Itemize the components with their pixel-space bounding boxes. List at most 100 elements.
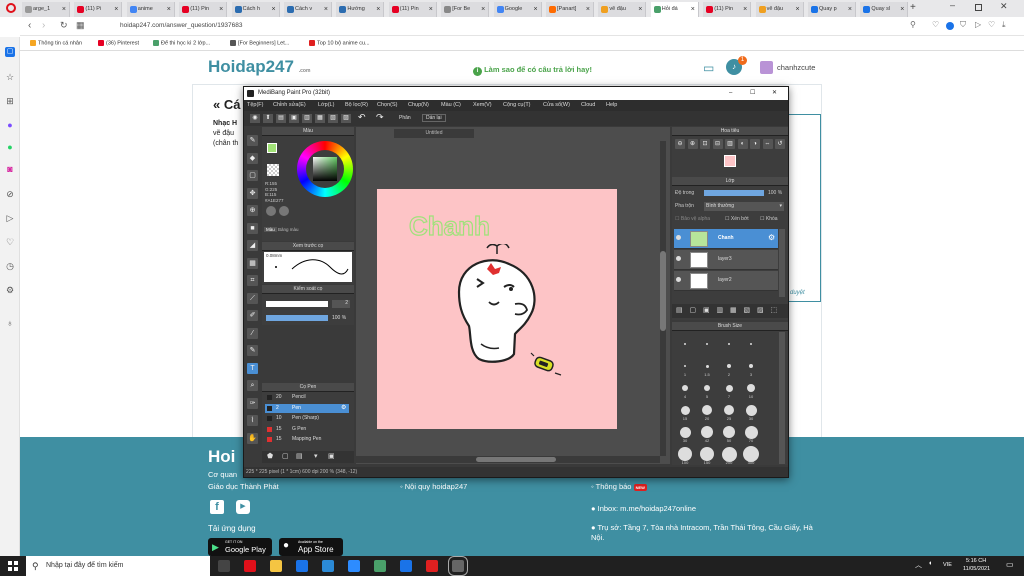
brush-list-item[interactable]: 20 Pencil [265, 393, 349, 402]
opera-logo-icon[interactable] [6, 3, 16, 13]
speed-dial-icon[interactable]: ☆ [5, 72, 15, 82]
eyedropper-icon[interactable]: ✑ [247, 397, 258, 409]
search-icon[interactable]: ⚲ [910, 20, 916, 29]
tab-close-icon[interactable]: × [534, 2, 538, 17]
layer-item[interactable]: Chanh ⚙ [674, 229, 778, 249]
toolbar-icon[interactable]: ▦ [315, 114, 325, 123]
brush-size-dot[interactable] [684, 343, 686, 345]
brush-size-dot[interactable] [723, 426, 735, 438]
player-icon[interactable]: ▷ [5, 213, 15, 223]
toolbar-icon[interactable]: ▧ [328, 114, 338, 123]
app-menu-item[interactable]: Cloud [581, 100, 595, 111]
browser-tab[interactable]: vẽ đậu × [755, 2, 804, 17]
brush-settings-gear-icon[interactable]: ⚙ [341, 404, 346, 413]
instagram-icon[interactable]: ◙ [5, 164, 15, 174]
site-logo[interactable]: Hoidap247 .com [208, 57, 310, 77]
tray-lang[interactable]: VIE [943, 562, 952, 568]
navigator-tool-icon[interactable]: ▥ [725, 139, 735, 149]
reload-icon[interactable]: ↻ [60, 20, 68, 31]
redo-icon[interactable]: ↷ [376, 112, 384, 123]
tab-close-icon[interactable]: × [272, 2, 276, 17]
browser-tab[interactable]: (11) Pi × [74, 2, 123, 17]
workspace-icon[interactable]: ▢ [5, 47, 15, 57]
browser-tab[interactable]: (11) Pin × [179, 2, 228, 17]
brush-size-dot[interactable] [744, 425, 758, 439]
app-menu-item[interactable]: Bộ lọc(R) [345, 100, 368, 111]
brush-size-scrollbar[interactable] [779, 332, 785, 464]
tray-clock-date[interactable]: 11/05/2021 [963, 566, 990, 572]
bookmark-heart-icon[interactable]: ♡ [932, 20, 939, 29]
rules-link[interactable]: ◦ Nội quy hoidap247 [400, 482, 467, 491]
tab-close-icon[interactable]: × [219, 2, 223, 17]
brush-add-icon[interactable]: ⬟ [267, 452, 273, 460]
layer-item[interactable]: layer3 [674, 250, 778, 270]
chat-icon[interactable]: ▭ [703, 61, 714, 75]
brush-list-item[interactable]: 15 G Pen [265, 425, 349, 434]
chrome-icon[interactable] [374, 560, 386, 572]
mini-swatch-1[interactable] [266, 206, 276, 216]
help-link[interactable]: i Làm sao để có câu trả lời hay! [473, 65, 592, 76]
tab-close-icon[interactable]: × [62, 2, 66, 17]
notification-center-icon[interactable]: ▭ [1006, 560, 1014, 569]
opera-taskbar-icon[interactable] [244, 560, 256, 572]
tab-close-icon[interactable]: × [691, 2, 695, 17]
palette-tab[interactable]: Bảng màu [278, 227, 299, 232]
url-field[interactable]: hoidap247.com/answer_question/1937683 [120, 22, 243, 29]
layer-tool-icon[interactable]: ▢ [690, 306, 697, 314]
toolbar-icon[interactable]: ⬆ [263, 114, 273, 123]
app-menu-item[interactable]: Xem(V) [473, 100, 492, 111]
browser-tab[interactable]: Cách h × [231, 2, 280, 17]
app-menu-item[interactable]: Help [606, 100, 617, 111]
heart-icon[interactable]: ♡ [988, 20, 995, 29]
play-icon[interactable]: ▷ [975, 20, 981, 29]
gradient-tool-icon[interactable]: ▦ [247, 257, 258, 269]
favorites-icon[interactable]: ♡ [5, 237, 15, 247]
navigator-tool-icon[interactable]: ⊕ [687, 139, 698, 149]
bookmark-item[interactable]: (36) Pinterest [98, 40, 139, 46]
primary-color-swatch[interactable] [267, 143, 277, 153]
forward-arrow-icon[interactable]: › [42, 20, 45, 31]
brush-settings-icon[interactable]: ▤ [296, 452, 303, 460]
taskbar-search-box[interactable]: ⚲ Nhập tại đây để tìm kiếm [26, 556, 210, 576]
brush-size-dot[interactable] [705, 364, 709, 368]
lock-checkbox[interactable]: ☐ Khóa [760, 216, 778, 222]
browser-tab[interactable]: Hỏi đá × [650, 2, 699, 17]
tray-chevron-icon[interactable]: ︿ [915, 560, 922, 570]
navigator-tool-icon[interactable]: ⊖ [675, 139, 685, 149]
settings-gear-icon[interactable]: ⚙ [5, 285, 15, 295]
opacity-slider[interactable] [266, 315, 328, 321]
layer-item[interactable]: layer2 [674, 271, 778, 291]
home-grid-icon[interactable]: ▦ [76, 20, 85, 31]
blend-mode-select[interactable]: Bình thường ▾ [704, 202, 784, 211]
vk-icon[interactable]: ⊘ [5, 189, 15, 199]
brush-size-dot[interactable] [727, 364, 731, 368]
browser-tab[interactable]: [Panart] × [546, 2, 594, 17]
tab-close-icon[interactable]: × [638, 2, 642, 17]
hand-tool-icon[interactable]: ✋ [247, 432, 258, 444]
layer-tool-icon[interactable]: ▨ [757, 306, 764, 314]
brush-size-dot[interactable] [728, 343, 730, 345]
brush-size-dot[interactable] [750, 343, 752, 345]
tab-close-icon[interactable]: × [796, 2, 800, 17]
toolbar-icon[interactable]: ▣ [289, 114, 299, 123]
app-menu-item[interactable]: Lớp(L) [318, 100, 334, 111]
tab-close-icon[interactable]: × [167, 2, 171, 17]
color-tab[interactable]: Màu [264, 227, 277, 232]
toolbar-icon[interactable]: ▥ [302, 114, 312, 123]
new-tab-button[interactable]: + [910, 2, 916, 13]
back-arrow-icon[interactable]: ‹ [28, 20, 31, 31]
layer-visibility-eye-icon[interactable] [676, 256, 681, 261]
magic-wand-icon[interactable]: ✐ [247, 310, 258, 321]
layer-tool-icon[interactable]: ▤ [676, 306, 683, 314]
brush-size-dot[interactable] [725, 384, 733, 392]
navigator-tool-icon[interactable]: ⊡ [700, 139, 710, 149]
facebook-icon[interactable]: f [210, 500, 224, 514]
pen-tool-icon[interactable]: ⌇ [247, 415, 258, 426]
browser-tab[interactable]: arge_1 × [22, 2, 70, 17]
dot-tool-icon[interactable]: ▢ [247, 170, 258, 181]
discover-icon[interactable]: ⊞ [5, 96, 15, 106]
mail-icon[interactable] [296, 560, 308, 572]
toolbar-icon[interactable]: ▨ [341, 114, 351, 123]
transparent-swatch[interactable] [267, 164, 279, 176]
whatsapp-icon[interactable]: ● [5, 142, 15, 152]
